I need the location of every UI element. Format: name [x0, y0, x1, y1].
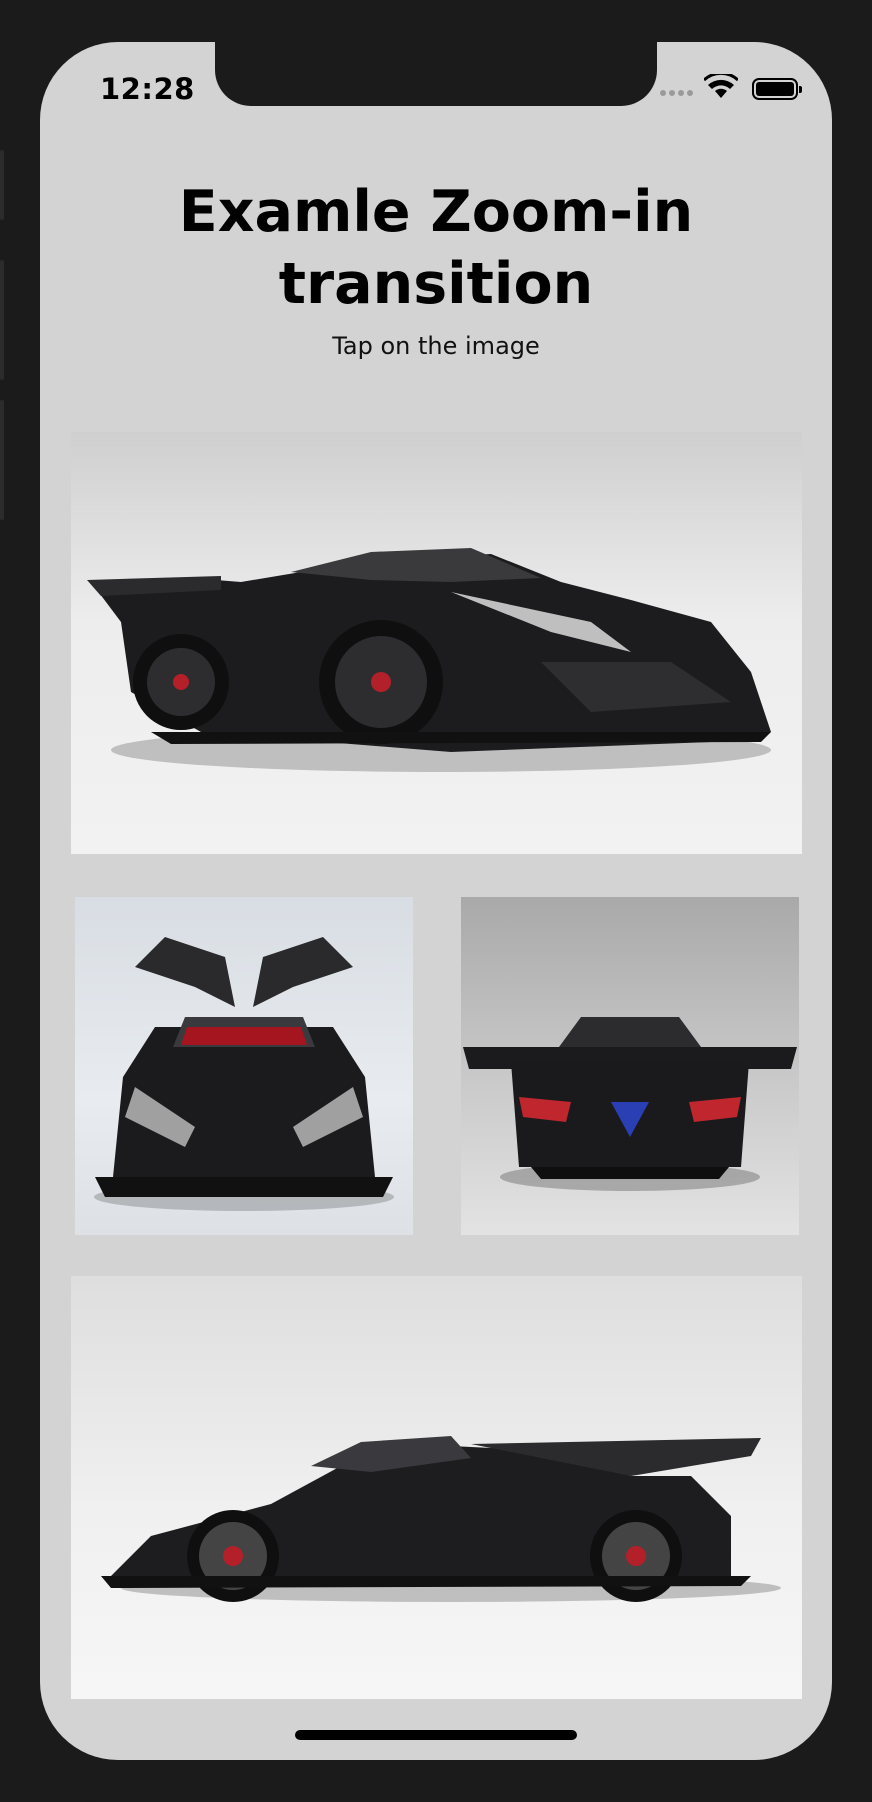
gallery-image-car-side-profile[interactable] [71, 1276, 802, 1699]
page-title: Examle Zoom-in transition [178, 179, 694, 317]
page-subtitle: Tap on the image [332, 332, 540, 360]
mute-switch [0, 150, 4, 220]
home-indicator[interactable] [295, 1730, 577, 1740]
gallery-image-car-rear[interactable] [461, 897, 799, 1235]
cellular-signal-icon [660, 90, 693, 96]
wifi-icon [704, 74, 738, 98]
app-screen: 12:28 Examle Zoom-in transition Tap on t… [40, 42, 832, 1760]
notch [215, 42, 657, 106]
device-frame: 12:28 Examle Zoom-in transition Tap on t… [0, 0, 872, 1802]
car-front-three-quarter-image [87, 548, 771, 772]
car-rear-image [463, 1017, 797, 1191]
volume-up-button [0, 260, 4, 380]
volume-down-button [0, 400, 4, 520]
status-time: 12:28 [100, 72, 195, 106]
battery-icon [752, 78, 802, 100]
car-front-doors-open-image [94, 937, 394, 1211]
gallery-image-car-front-doors-open[interactable] [75, 897, 413, 1235]
car-side-profile-image [101, 1436, 781, 1602]
gallery-image-car-front-three-quarter[interactable] [71, 432, 802, 854]
